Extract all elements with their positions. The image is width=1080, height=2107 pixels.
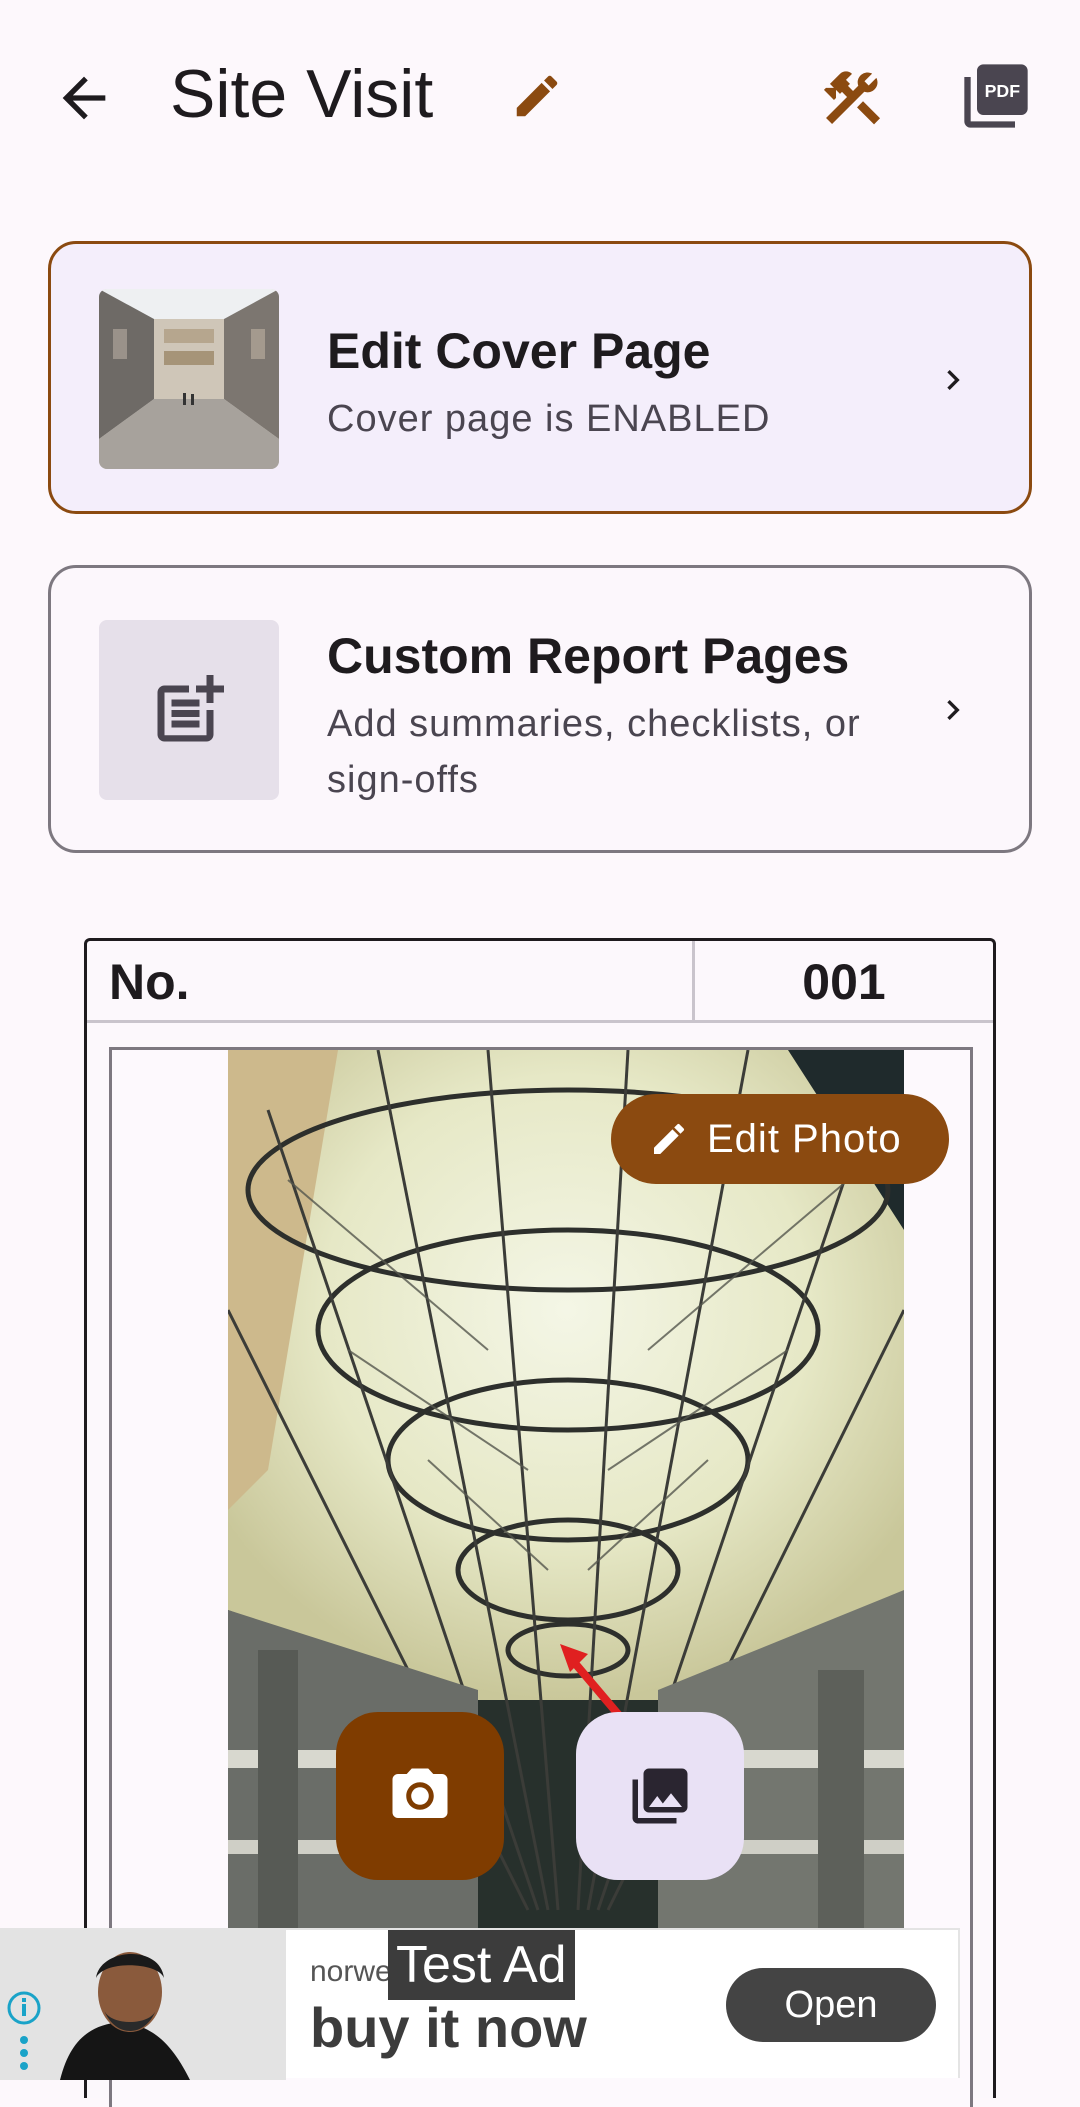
pdf-icon: PDF [964, 64, 1028, 128]
ad-info-button[interactable] [6, 1990, 42, 2080]
ad-image[interactable] [0, 1930, 286, 2080]
chevron-right-icon [947, 700, 960, 720]
pencil-icon [654, 1123, 685, 1154]
edit-title-button[interactable] [505, 64, 569, 128]
tools-button[interactable] [812, 58, 892, 138]
custom-card-title: Custom Report Pages [327, 628, 850, 684]
choose-from-gallery-button[interactable] [576, 1712, 744, 1880]
info-icon [7, 1991, 41, 2070]
edit-photo-label: Edit Photo [707, 1116, 902, 1161]
export-pdf-button[interactable]: PDF [956, 56, 1036, 136]
ad-brand: norwe [310, 1955, 392, 1988]
custom-card-text: Custom Report Pages Add summaries, check… [327, 624, 909, 808]
post-add-icon [157, 675, 224, 742]
camera-icon [392, 1768, 448, 1818]
photo-number-value[interactable]: 001 [695, 951, 993, 1013]
cover-card-title: Edit Cover Page [327, 323, 711, 379]
cover-card-text: Edit Cover Page Cover page is ENABLED [327, 319, 909, 447]
edit-photo-button[interactable]: Edit Photo [611, 1094, 949, 1184]
ad-banner[interactable]: norwe buy it now Test Ad Open [0, 1928, 960, 2080]
hammer-wrench-icon [823, 71, 881, 125]
arrow-back-icon [62, 76, 106, 120]
page-title: Site Visit [170, 56, 434, 132]
back-button[interactable] [44, 58, 124, 138]
ad-headline[interactable]: buy it now [310, 1992, 587, 2064]
test-ad-badge: Test Ad [388, 1930, 575, 2000]
edit-cover-page-card[interactable]: Edit Cover Page Cover page is ENABLED [48, 241, 1032, 514]
take-photo-button[interactable] [336, 1712, 504, 1880]
svg-text:PDF: PDF [985, 81, 1021, 101]
cover-thumbnail [99, 289, 279, 469]
custom-card-subtitle: Add summaries, checklists, or sign-offs [327, 703, 861, 801]
custom-report-pages-card[interactable]: Custom Report Pages Add summaries, check… [48, 565, 1032, 853]
photo-library-icon [632, 1768, 688, 1824]
ad-open-button[interactable]: Open [726, 1968, 936, 2042]
chevron-right-icon [947, 370, 960, 390]
custom-pages-icon-box [99, 620, 279, 800]
pencil-icon [516, 75, 558, 117]
photo-number-row: No. 001 [87, 941, 993, 1023]
photo-number-label: No. [109, 954, 190, 1010]
app-bar: Site Visit PDF [0, 0, 1080, 190]
cover-card-subtitle: Cover page is ENABLED [327, 398, 771, 440]
